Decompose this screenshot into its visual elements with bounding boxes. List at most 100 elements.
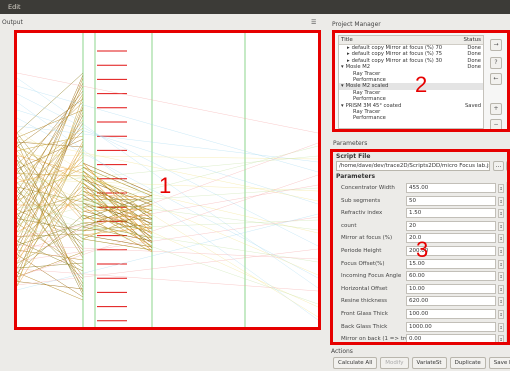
ray-path — [17, 281, 84, 290]
edit-script-icon[interactable]: ✎ — [506, 161, 507, 171]
scattered-ray — [17, 268, 318, 292]
parameter-name: Mirror at focus (%) — [341, 235, 393, 242]
output-expand-icon[interactable]: ☰ — [311, 19, 316, 26]
parameter-name: Resine thickness — [341, 298, 387, 305]
expand-arrow-icon[interactable]: ▾ — [341, 83, 344, 89]
parameter-name: Periode Height — [341, 247, 382, 254]
expand-arrow-icon[interactable]: ▾ — [341, 103, 344, 109]
remove-button[interactable]: − — [490, 119, 502, 129]
save-report-button[interactable]: Save Report — [488, 357, 510, 369]
parameter-row: Concentrator Width 455.00 ↕ — [336, 182, 506, 195]
expand-arrow-icon[interactable]: ▸ — [347, 51, 350, 57]
duplicate-button[interactable]: Duplicate — [449, 357, 486, 369]
parameter-name: Mirror on back (1 => true) — [341, 336, 415, 343]
actions-label: Actions — [331, 348, 353, 355]
expand-arrow-icon[interactable]: ▸ — [347, 58, 350, 64]
parameter-value-input[interactable]: 20 — [406, 220, 496, 231]
column-status[interactable]: Status — [463, 37, 481, 43]
parameter-name: Horizontal Offset — [341, 285, 388, 292]
help-button[interactable]: ? — [490, 57, 502, 69]
tree-row-title: default copy Mirror at focus (%) 30 — [351, 57, 443, 64]
output-panel-label: Output — [2, 19, 23, 26]
parameter-value-input[interactable]: 60.00 — [406, 271, 496, 282]
spin-button[interactable]: ↕ — [498, 246, 504, 256]
parameters-scrollbar[interactable] — [506, 182, 507, 342]
back-arrow-button[interactable]: ← — [490, 73, 502, 85]
spin-button[interactable]: ↕ — [498, 221, 504, 231]
modify-button[interactable]: Modify — [380, 357, 409, 369]
tree-row-title: default copy Mirror at focus (%) 75 — [351, 51, 443, 58]
ray-path — [17, 272, 84, 301]
spin-button[interactable]: ↕ — [498, 322, 504, 332]
ray-path — [17, 95, 84, 287]
tree-row-title: Ray Tracer — [353, 108, 381, 115]
parameter-row: Mirror on back (1 => true) 0.00 ↕ — [336, 333, 506, 343]
parameter-value-input[interactable]: 1000.00 — [406, 321, 496, 332]
variatest-button[interactable]: VariateSt — [411, 357, 447, 369]
annotation-three: 3 — [416, 237, 429, 262]
parameter-row: Refractiv index 1.50 ↕ — [336, 207, 506, 220]
project-manager-panel: Title Status ▸ default copy Mirror at foc… — [332, 30, 510, 132]
tree-row-title: PRISM 3M 45° coated — [345, 102, 402, 109]
spin-button[interactable]: ↕ — [498, 196, 504, 206]
parameter-name: Incoming Focus Angle — [341, 273, 402, 280]
spin-button[interactable]: ↕ — [498, 209, 504, 219]
parameter-row: Horizontal Offset 10.00 ↕ — [336, 283, 506, 296]
project-tree[interactable]: Title Status ▸ default copy Mirror at foc… — [338, 35, 484, 129]
spin-button[interactable]: ↕ — [498, 309, 504, 319]
tree-row-title: Mosle M2 scaled — [345, 83, 389, 90]
scattered-ray — [17, 154, 318, 160]
parameter-value-input[interactable]: 50 — [406, 195, 496, 206]
ray-path — [17, 249, 84, 261]
tree-row-status: Saved — [464, 102, 481, 109]
parameter-name: Back Glass Thick — [341, 323, 388, 330]
parameter-value-input[interactable]: 0.00 — [406, 334, 496, 342]
parameter-value-input[interactable]: 100.00 — [406, 308, 496, 319]
parameter-row: Front Glass Thick 100.00 ↕ — [336, 308, 506, 321]
parameter-row: Sub segments 50 ↕ — [336, 195, 506, 208]
spin-button[interactable]: ↕ — [498, 234, 504, 244]
tree-row-title: Performance — [353, 76, 386, 83]
parameter-value-input[interactable]: 455.00 — [406, 183, 496, 193]
add-button[interactable]: + — [490, 103, 502, 115]
column-title[interactable]: Title — [341, 37, 353, 43]
project-tree-header: Title Status — [339, 36, 483, 45]
expand-arrow-icon[interactable]: ▸ — [347, 45, 350, 51]
expand-arrow-icon[interactable]: ▾ — [341, 64, 344, 70]
spin-button[interactable]: ↕ — [498, 184, 504, 193]
parameter-name: Refractiv index — [341, 210, 383, 217]
parameter-name: count — [341, 222, 357, 229]
tree-row-title: Mosle M2 — [345, 64, 371, 71]
ray-path — [82, 238, 153, 251]
parameter-name: Front Glass Thick — [341, 310, 388, 317]
parameter-value-input[interactable]: 10.00 — [406, 283, 496, 294]
menu-edit[interactable]: Edit — [8, 3, 21, 11]
spin-button[interactable]: ↕ — [498, 284, 504, 294]
tree-row-status: Done — [467, 64, 481, 71]
parameter-value-input[interactable]: 1.50 — [406, 208, 496, 219]
script-file-path[interactable]: /home/dave/dev/trace2D/Scripts2DD/micro … — [336, 161, 490, 171]
annotation-two: 2 — [415, 72, 428, 97]
parameter-row: Resine thickness 620.00 ↕ — [336, 295, 506, 308]
tree-row-title: Performance — [353, 96, 386, 103]
parameters-panel: Script File /home/dave/dev/trace2D/Scrip… — [330, 149, 510, 345]
spin-button[interactable]: ↕ — [498, 297, 504, 307]
parameter-value-input[interactable]: 620.00 — [406, 296, 496, 307]
spin-button[interactable]: ↕ — [498, 335, 504, 342]
parameter-row: Incoming Focus Angle 60.00 ↕ — [336, 270, 506, 283]
tree-row-title: Performance — [353, 115, 386, 122]
ray-trace-canvas[interactable]: 1 — [14, 30, 321, 330]
parameter-row: Back Glass Thick 1000.00 ↕ — [336, 321, 506, 334]
up-arrow-button[interactable]: → — [490, 39, 502, 51]
spin-button[interactable]: ↕ — [498, 259, 504, 269]
spin-button[interactable]: ↕ — [498, 272, 504, 282]
parameter-row: count 20 ↕ — [336, 220, 506, 233]
parameters-heading: Parameters — [336, 173, 376, 180]
tree-row-title: default copy Mirror at focus (%) 70 — [351, 45, 443, 51]
menu-bar: Edit — [0, 0, 510, 14]
calculate-all-button[interactable]: Calculate All — [333, 357, 378, 369]
browse-button[interactable]: ... — [493, 161, 504, 171]
script-file-heading: Script File — [336, 153, 371, 160]
actions-bar: Calculate All Modify VariateSt Duplicate… — [333, 357, 510, 369]
tree-row[interactable]: Performance — [339, 115, 483, 121]
